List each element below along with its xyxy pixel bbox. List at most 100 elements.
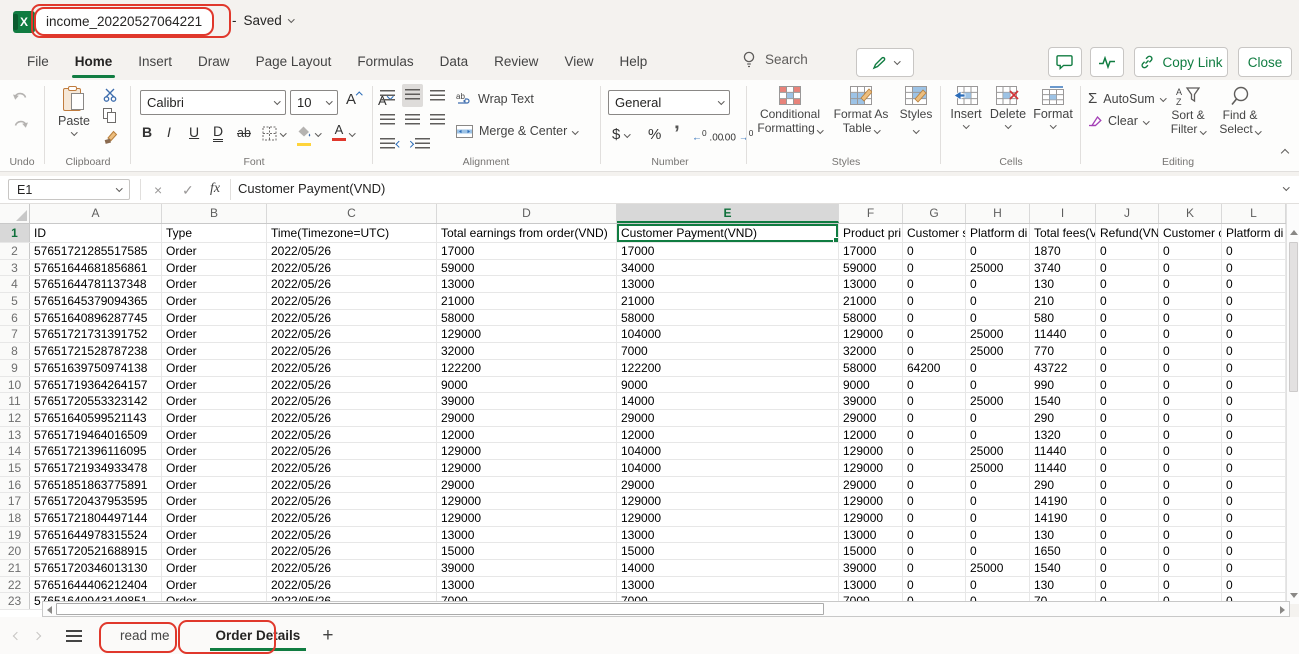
row-header-6[interactable]: 6 xyxy=(0,310,30,326)
font-color-chevron-icon[interactable] xyxy=(349,130,355,136)
cell-K3[interactable]: 0 xyxy=(1159,260,1222,276)
column-header-D[interactable]: D xyxy=(437,204,617,223)
cell-E18[interactable]: 129000 xyxy=(617,510,839,526)
borders-button[interactable] xyxy=(262,126,277,146)
column-header-B[interactable]: B xyxy=(162,204,267,223)
saved-status[interactable]: Saved xyxy=(244,13,282,28)
cell-B16[interactable]: Order xyxy=(162,477,267,493)
tab-insert[interactable]: Insert xyxy=(125,45,185,79)
cell-L16[interactable]: 0 xyxy=(1222,477,1286,493)
insert-function-button[interactable]: fx xyxy=(210,181,220,197)
align-right-button[interactable] xyxy=(430,112,445,130)
cell-G3[interactable]: 0 xyxy=(903,260,966,276)
cell-L4[interactable]: 0 xyxy=(1222,276,1286,292)
cell-J13[interactable]: 0 xyxy=(1096,427,1159,443)
cell-I17[interactable]: 14190 xyxy=(1030,493,1096,509)
row-header-11[interactable]: 11 xyxy=(0,393,30,409)
cell-D12[interactable]: 29000 xyxy=(437,410,617,426)
cell-G14[interactable]: 0 xyxy=(903,443,966,459)
row-header-13[interactable]: 13 xyxy=(0,427,30,443)
cell-A7[interactable]: 57651721731391752 xyxy=(30,326,162,342)
wrap-text-button[interactable]: ab Wrap Text xyxy=(456,92,534,106)
cell-K22[interactable]: 0 xyxy=(1159,577,1222,593)
column-header-E[interactable]: E xyxy=(617,204,839,223)
cell-E15[interactable]: 104000 xyxy=(617,460,839,476)
format-painter-button[interactable] xyxy=(103,130,118,150)
cell-F14[interactable]: 129000 xyxy=(839,443,903,459)
find-select-button[interactable]: Find &Select xyxy=(1214,86,1266,136)
cell-K21[interactable]: 0 xyxy=(1159,560,1222,576)
cell-C2[interactable]: 2022/05/26 xyxy=(267,243,437,259)
cell-A10[interactable]: 57651719364264157 xyxy=(30,377,162,393)
cell-J19[interactable]: 0 xyxy=(1096,527,1159,543)
cell-K5[interactable]: 0 xyxy=(1159,293,1222,309)
cell-H7[interactable]: 25000 xyxy=(966,326,1030,342)
cell-L7[interactable]: 0 xyxy=(1222,326,1286,342)
copy-link-button[interactable]: Copy Link xyxy=(1134,47,1228,77)
align-left-button[interactable] xyxy=(380,112,395,130)
cell-B1[interactable]: Type xyxy=(162,224,267,242)
cell-J11[interactable]: 0 xyxy=(1096,393,1159,409)
cell-C11[interactable]: 2022/05/26 xyxy=(267,393,437,409)
cell-C10[interactable]: 2022/05/26 xyxy=(267,377,437,393)
cell-H13[interactable]: 0 xyxy=(966,427,1030,443)
cell-I10[interactable]: 990 xyxy=(1030,377,1096,393)
cell-K4[interactable]: 0 xyxy=(1159,276,1222,292)
cell-H18[interactable]: 0 xyxy=(966,510,1030,526)
cell-C14[interactable]: 2022/05/26 xyxy=(267,443,437,459)
row-header-15[interactable]: 15 xyxy=(0,460,30,476)
cell-F2[interactable]: 17000 xyxy=(839,243,903,259)
align-middle-button[interactable] xyxy=(402,84,423,107)
tab-page-layout[interactable]: Page Layout xyxy=(243,45,345,79)
cell-E21[interactable]: 14000 xyxy=(617,560,839,576)
column-header-H[interactable]: H xyxy=(966,204,1030,223)
cell-F19[interactable]: 13000 xyxy=(839,527,903,543)
cell-D20[interactable]: 15000 xyxy=(437,543,617,559)
cell-J14[interactable]: 0 xyxy=(1096,443,1159,459)
tab-home[interactable]: Home xyxy=(62,45,126,79)
cell-J4[interactable]: 0 xyxy=(1096,276,1159,292)
cell-K12[interactable]: 0 xyxy=(1159,410,1222,426)
cell-A14[interactable]: 57651721396116095 xyxy=(30,443,162,459)
sheet-tab-read-me[interactable]: read me xyxy=(108,621,182,651)
cell-I21[interactable]: 1540 xyxy=(1030,560,1096,576)
cell-E8[interactable]: 7000 xyxy=(617,343,839,359)
font-size-select[interactable]: 10 xyxy=(290,90,338,115)
cell-F9[interactable]: 58000 xyxy=(839,360,903,376)
cell-L5[interactable]: 0 xyxy=(1222,293,1286,309)
cell-G16[interactable]: 0 xyxy=(903,477,966,493)
cell-E17[interactable]: 129000 xyxy=(617,493,839,509)
merge-center-button[interactable]: Merge & Center xyxy=(456,124,578,138)
cell-E14[interactable]: 104000 xyxy=(617,443,839,459)
cell-G1[interactable]: Customer s xyxy=(903,224,966,242)
row-header-4[interactable]: 4 xyxy=(0,276,30,292)
cell-J6[interactable]: 0 xyxy=(1096,310,1159,326)
cell-F15[interactable]: 129000 xyxy=(839,460,903,476)
column-header-I[interactable]: I xyxy=(1030,204,1096,223)
cell-A22[interactable]: 57651644406212404 xyxy=(30,577,162,593)
cell-H17[interactable]: 0 xyxy=(966,493,1030,509)
redo-button[interactable] xyxy=(12,118,29,136)
cell-E19[interactable]: 13000 xyxy=(617,527,839,543)
autosum-button[interactable]: Σ AutoSum xyxy=(1088,90,1165,107)
cell-J3[interactable]: 0 xyxy=(1096,260,1159,276)
cell-G11[interactable]: 0 xyxy=(903,393,966,409)
cell-D10[interactable]: 9000 xyxy=(437,377,617,393)
horizontal-scroll-thumb[interactable] xyxy=(56,603,824,615)
column-header-G[interactable]: G xyxy=(903,204,966,223)
cell-A5[interactable]: 57651645379094365 xyxy=(30,293,162,309)
cell-I12[interactable]: 290 xyxy=(1030,410,1096,426)
cell-D8[interactable]: 32000 xyxy=(437,343,617,359)
cell-H6[interactable]: 0 xyxy=(966,310,1030,326)
align-bottom-button[interactable] xyxy=(430,88,445,106)
cell-D11[interactable]: 39000 xyxy=(437,393,617,409)
cell-F17[interactable]: 129000 xyxy=(839,493,903,509)
cell-H12[interactable]: 0 xyxy=(966,410,1030,426)
cell-B20[interactable]: Order xyxy=(162,543,267,559)
decrease-indent-button[interactable] xyxy=(380,136,402,154)
decrease-decimal-button[interactable]: .00 →0 xyxy=(722,128,753,143)
cell-B3[interactable]: Order xyxy=(162,260,267,276)
paste-button[interactable]: Paste xyxy=(52,86,96,135)
cell-E3[interactable]: 34000 xyxy=(617,260,839,276)
cell-I8[interactable]: 770 xyxy=(1030,343,1096,359)
